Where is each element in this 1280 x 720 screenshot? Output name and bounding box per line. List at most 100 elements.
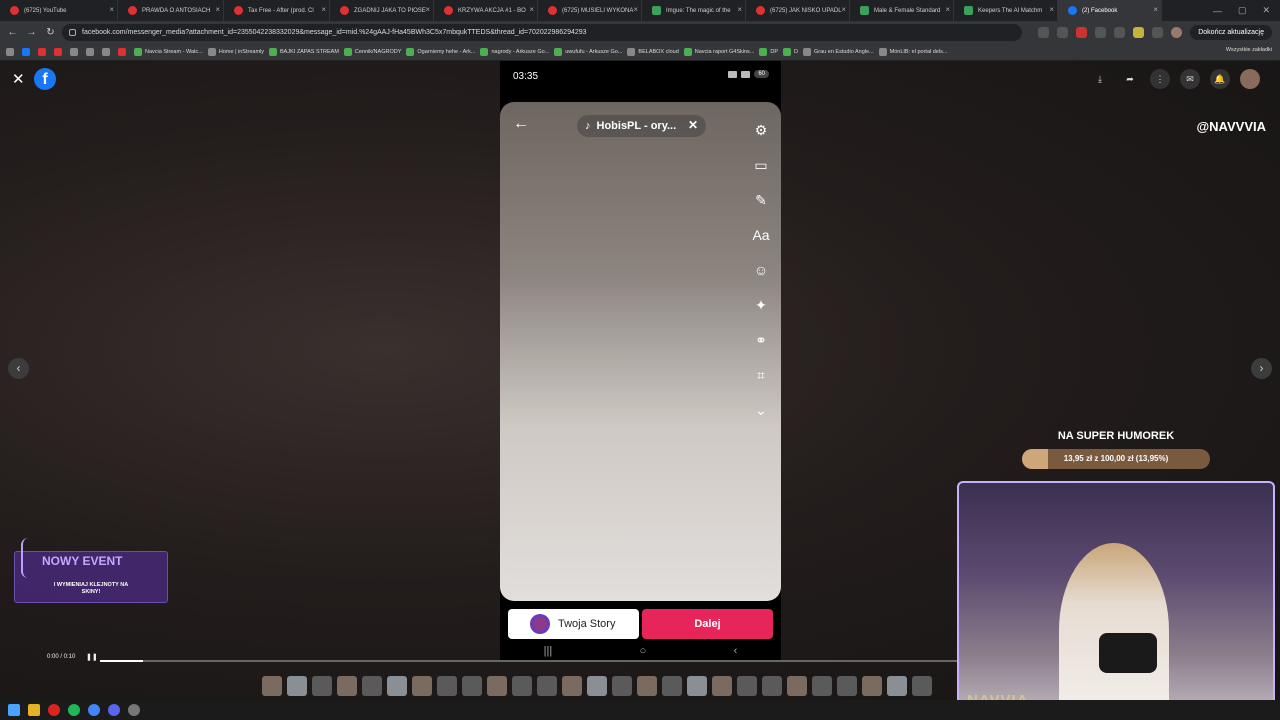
your-story-button[interactable]: Twoja Story — [508, 609, 639, 639]
next-arrow-icon[interactable]: › — [1251, 358, 1272, 379]
bookmark-x-icon[interactable] — [86, 48, 97, 56]
browser-tab[interactable]: (6725) MUSIELI WYKONA × — [538, 0, 642, 21]
media-thumbnail[interactable] — [287, 676, 307, 696]
media-thumbnail[interactable] — [437, 676, 457, 696]
media-thumbnail[interactable] — [462, 676, 482, 696]
media-thumbnail[interactable] — [387, 676, 407, 696]
close-tab-icon[interactable]: × — [529, 5, 534, 14]
obs-icon[interactable] — [128, 704, 140, 716]
browser-tab[interactable]: (6725) YouTube × — [0, 0, 118, 21]
media-thumbnail[interactable] — [837, 676, 857, 696]
sticker-icon[interactable]: ☺ — [751, 260, 771, 280]
bookmark-twitch-icon[interactable] — [70, 48, 81, 56]
filters-icon[interactable]: ⚭ — [751, 330, 771, 350]
browser-tab[interactable]: ZGADNIJ JAKA TO PIOSE × — [330, 0, 434, 21]
media-thumbnail[interactable] — [312, 676, 332, 696]
chrome-icon[interactable] — [88, 704, 100, 716]
bookmark-item[interactable]: Navcia Stream - Watc... — [134, 48, 203, 56]
menu-grid-icon[interactable]: ⋮ — [1150, 69, 1170, 89]
extension-icon[interactable] — [1076, 27, 1088, 38]
media-thumbnail[interactable] — [412, 676, 432, 696]
media-thumbnail[interactable] — [612, 676, 632, 696]
file-explorer-icon[interactable] — [28, 704, 40, 716]
browser-tab-active[interactable]: (2) Facebook × — [1058, 0, 1162, 21]
media-thumbnail[interactable] — [662, 676, 682, 696]
music-pill[interactable]: ♪ HobisPL - ory... ✕ — [577, 115, 706, 137]
chevron-down-icon[interactable]: ⌄ — [751, 400, 771, 420]
close-tab-icon[interactable]: × — [321, 5, 326, 14]
browser-tab[interactable]: Tax Free - After (prod. Cl × — [224, 0, 330, 21]
bookmark-tiktok-icon[interactable] — [102, 48, 113, 56]
bookmark-item[interactable]: BELABOX cloud — [627, 48, 679, 56]
bookmark-item[interactable]: Grau en Estudio Angle... — [803, 48, 874, 56]
close-window-icon[interactable]: ✕ — [1262, 5, 1270, 16]
media-thumbnail[interactable] — [762, 676, 782, 696]
pause-icon[interactable]: ❚❚ — [86, 653, 98, 661]
apps-icon[interactable] — [6, 48, 17, 56]
media-thumbnail[interactable] — [812, 676, 832, 696]
extension-icon[interactable] — [1095, 27, 1107, 38]
back-icon[interactable]: ← — [6, 27, 19, 38]
text-icon[interactable]: Aa — [751, 225, 771, 245]
video-scrubber[interactable] — [100, 660, 960, 662]
bookmark-item[interactable]: DP — [759, 48, 778, 56]
media-thumbnail[interactable] — [912, 676, 932, 696]
download-icon[interactable]: ⤓ — [1090, 69, 1110, 89]
bookmark-item[interactable]: BAJKI ZAPAS STREAM — [269, 48, 339, 56]
close-tab-icon[interactable]: × — [737, 5, 742, 14]
previous-arrow-icon[interactable]: ‹ — [8, 358, 29, 379]
browser-tab[interactable]: Keepers The AI Matchm × — [954, 0, 1058, 21]
media-thumbnail[interactable] — [637, 676, 657, 696]
media-thumbnail[interactable] — [887, 676, 907, 696]
extension-icon[interactable] — [1057, 27, 1069, 38]
effects-icon[interactable]: ✦ — [751, 295, 771, 315]
bookmark-item[interactable]: Ogarniemy hehe - Ark... — [406, 48, 475, 56]
extensions-puzzle-icon[interactable] — [1152, 27, 1164, 38]
bookmark-item[interactable]: nagrody - Arkusze Go... — [480, 48, 549, 56]
extension-icon[interactable] — [1114, 27, 1126, 38]
media-thumbnail[interactable] — [512, 676, 532, 696]
all-bookmarks[interactable]: Wszystkie zakładki — [1226, 47, 1272, 53]
update-button[interactable]: Dokończ aktualizację — [1190, 25, 1272, 40]
bookmark-item[interactable]: MónLIB: el portal dels... — [878, 48, 947, 56]
media-thumbnail[interactable] — [787, 676, 807, 696]
windows-start-icon[interactable] — [8, 704, 20, 716]
close-tab-icon[interactable]: × — [841, 5, 846, 14]
sticker-edit-icon[interactable]: ✎ — [751, 190, 771, 210]
bookmark-youtube-icon[interactable] — [38, 48, 49, 56]
extension-icon[interactable] — [1133, 27, 1145, 38]
crop-icon[interactable]: ⌗ — [751, 365, 771, 385]
browser-tab[interactable]: Male & Female Standard × — [850, 0, 954, 21]
bookmark-item[interactable]: uwufufu - Arkusze Go... — [554, 48, 622, 56]
profile-avatar[interactable] — [1171, 27, 1183, 38]
url-field[interactable]: facebook.com/messenger_media?attachment_… — [62, 24, 1022, 41]
bookmark-item[interactable]: Cennik/NAGRODY — [343, 48, 401, 56]
site-info-icon[interactable] — [69, 29, 76, 36]
close-tab-icon[interactable]: × — [1153, 5, 1158, 14]
next-button[interactable]: Dalej — [642, 609, 773, 639]
browser-tab[interactable]: Imgue: The magic of the × — [642, 0, 746, 21]
browser-tab[interactable]: PRAWDA O ANTOSIACH × — [118, 0, 224, 21]
settings-icon[interactable]: ⚙ — [751, 120, 771, 140]
close-tab-icon[interactable]: × — [109, 5, 114, 14]
close-tab-icon[interactable]: × — [425, 5, 430, 14]
media-thumbnail[interactable] — [587, 676, 607, 696]
media-thumbnail[interactable] — [687, 676, 707, 696]
profile-avatar[interactable] — [1240, 69, 1260, 89]
back-arrow-icon[interactable]: ← — [513, 115, 529, 133]
video-icon[interactable]: ▭ — [751, 155, 771, 175]
browser-tab[interactable]: (6725) JAK NISKO UPADL × — [746, 0, 850, 21]
bookmark-item[interactable]: Home | inStreamly — [207, 48, 264, 56]
opera-icon[interactable] — [48, 704, 60, 716]
discord-icon[interactable] — [108, 704, 120, 716]
bookmark-icon[interactable] — [118, 48, 129, 56]
bookmark-instagram-icon[interactable] — [54, 48, 65, 56]
close-tab-icon[interactable]: × — [215, 5, 220, 14]
media-thumbnail[interactable] — [562, 676, 582, 696]
media-thumbnail[interactable] — [262, 676, 282, 696]
minimize-icon[interactable]: — — [1213, 6, 1222, 16]
browser-tab[interactable]: KRZYWA AKCJA #1 - BO × — [434, 0, 538, 21]
reload-icon[interactable]: ↻ — [44, 27, 57, 38]
close-tab-icon[interactable]: × — [1049, 5, 1054, 14]
spotify-icon[interactable] — [68, 704, 80, 716]
